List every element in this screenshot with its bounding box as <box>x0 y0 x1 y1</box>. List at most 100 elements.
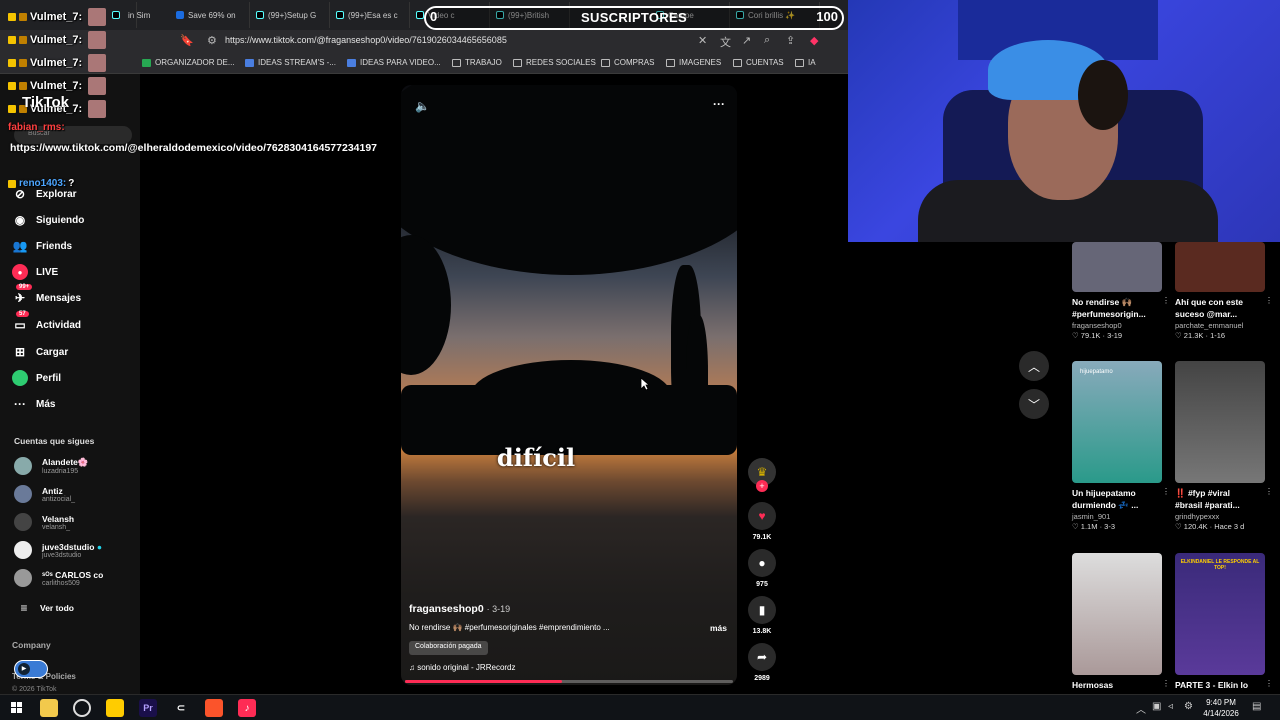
file-explorer-icon[interactable] <box>40 699 58 717</box>
share-count: 2989 <box>754 675 770 682</box>
card-more-icon[interactable]: ⋮ <box>1162 679 1170 688</box>
card-more-icon[interactable]: ⋮ <box>1265 679 1273 688</box>
account-name: Alandete🌸 <box>42 457 89 467</box>
sticky-notes-icon[interactable] <box>106 699 124 717</box>
bookmark-item[interactable]: IMAGENES <box>666 58 721 67</box>
video-card[interactable]: ‼️ #fyp #viral #brasil #parati... grindhy… <box>1175 361 1273 531</box>
followed-account[interactable]: juve3dstudio ● juve3dstudio <box>14 541 102 559</box>
site-info-icon[interactable]: ⚙ <box>207 34 217 47</box>
chat-message: fabian_rms: <box>8 122 65 133</box>
followed-account[interactable]: ˢᴼˢ CARLOS ᴄᴏ carlithos509 <box>14 569 103 587</box>
brave-icon[interactable] <box>205 699 223 717</box>
doc-icon <box>245 58 254 67</box>
video-card[interactable]: Hermosas ⋮ <box>1072 553 1170 691</box>
like-button[interactable]: ♥ 79.1K <box>748 502 776 541</box>
share-button[interactable]: ➦ 2989 <box>748 643 776 682</box>
taskbar-clock[interactable]: 9:40 PM 4/14/2026 <box>1200 697 1242 719</box>
video-card[interactable]: hijuepatamo Un hijuepatamo durmiendo 💤 ..… <box>1072 361 1170 531</box>
video-progress-fill <box>405 680 563 683</box>
more-options-icon[interactable]: ··· <box>713 97 725 111</box>
sidebar-item-upload[interactable]: ⊞ Cargar <box>12 344 68 360</box>
account-name: juve3dstudio ● <box>42 542 102 552</box>
footer-company[interactable]: Company <box>12 640 51 650</box>
bookmark-item[interactable]: REDES SOCIALES <box>513 58 596 67</box>
sidebar-item-more[interactable]: ··· Más <box>12 396 55 412</box>
followed-account[interactable]: Alandete🌸 luzadria195 <box>14 457 88 475</box>
video-description: No rendirse 🙌🏽 #perfumesoriginales #empr… <box>409 623 610 632</box>
brave-shield-icon[interactable]: ◆ <box>810 34 818 47</box>
see-all-link[interactable]: ≡ Ver todo <box>16 600 74 616</box>
more-link[interactable]: más <box>710 623 727 633</box>
chat-message: Vulmet_7: <box>8 77 107 95</box>
browser-tab[interactable]: Save 69% on <box>170 2 250 28</box>
card-more-icon[interactable]: ⋮ <box>1265 296 1273 305</box>
open-external-icon[interactable]: ↗ <box>742 34 751 47</box>
reader-icon[interactable]: ✕ <box>698 34 707 47</box>
chat-emote-icon <box>88 31 107 49</box>
sidebar-item-activity[interactable]: ▭ 57 Actividad <box>12 311 81 333</box>
video-card[interactable]: ELKINDANIEL LE RESPONDE AL TOP! PARTE 3 -… <box>1175 553 1273 691</box>
settings-tray-icon[interactable]: ⚙ <box>1184 701 1193 712</box>
video-progress-bar[interactable] <box>405 680 733 683</box>
bookmark-item[interactable]: IDEAS STREAM'S -... <box>245 58 336 67</box>
premiere-icon[interactable]: Pr <box>139 699 157 717</box>
notification-icon[interactable]: ▤ <box>1252 701 1261 712</box>
tiktok-icon[interactable]: ♪ <box>238 699 256 717</box>
chat-badge-icon <box>19 36 27 44</box>
comment-button[interactable]: ● 975 <box>748 549 776 588</box>
next-video-button[interactable]: ﹀ <box>1019 389 1049 419</box>
card-more-icon[interactable]: ⋮ <box>1162 487 1170 496</box>
follow-plus-icon[interactable]: + <box>756 480 768 492</box>
bookmark-item[interactable]: IDEAS PARA VIDEO... <box>347 58 441 67</box>
obs-icon[interactable] <box>73 699 91 717</box>
subscriber-goal-title: SUSCRIPTORES <box>581 10 687 25</box>
translate-icon[interactable]: 文 <box>720 34 731 50</box>
video-card[interactable]: No rendirse 🙌🏽 #perfumesorigin... fragans… <box>1072 242 1170 340</box>
bookmark-item[interactable]: IA <box>795 58 816 67</box>
url-field[interactable]: https://www.tiktok.com/@fraganseshop0/vi… <box>225 35 507 45</box>
bookmark-item[interactable]: COMPRAS <box>601 58 654 67</box>
followed-account[interactable]: Antiz antizocial_ <box>14 485 75 503</box>
capcut-icon[interactable]: ⊂ <box>172 699 190 717</box>
bookmark-icon[interactable]: 🔖 <box>180 34 194 47</box>
followed-account[interactable]: Velansh velansh_ <box>14 513 74 531</box>
floating-toggle-button[interactable]: ▶ <box>14 660 48 678</box>
following-section-title: Cuentas que sigues <box>14 436 95 446</box>
previous-video-button[interactable]: ︿ <box>1019 351 1049 381</box>
chat-badge-icon <box>8 105 16 113</box>
sound-link[interactable]: ♫ sonido original - JRRecordz <box>409 663 516 672</box>
creator-avatar-button[interactable]: ♛ + <box>748 458 776 492</box>
zoom-icon[interactable]: ⌕ <box>764 34 770 47</box>
sidebar-item-profile[interactable]: Perfil <box>12 370 61 386</box>
browser-tab[interactable]: (99+)Esa es c <box>330 2 410 28</box>
bookmark-item[interactable]: ORGANIZADOR DE... <box>142 58 235 67</box>
chat-username: Vulmet_7: <box>30 11 83 23</box>
volume-icon[interactable]: 🔈 <box>415 99 430 113</box>
network-icon[interactable]: ▣ <box>1152 701 1161 712</box>
sidebar-item-live[interactable]: ● LIVE <box>12 264 58 280</box>
sidebar-item-following[interactable]: ◉ Siguiendo <box>12 212 85 228</box>
video-thumbnail: hijuepatamo <box>1072 361 1162 483</box>
play-icon: ▶ <box>18 663 30 675</box>
browser-tab[interactable]: (99+)Setup G <box>250 2 330 28</box>
chat-badge-icon <box>8 36 16 44</box>
windows-start-icon[interactable] <box>8 699 26 717</box>
tiktok-logo[interactable]: TikTok <box>22 94 69 111</box>
sidebar-item-messages[interactable]: ✈ 99+ Mensajes <box>12 284 81 306</box>
tab-label: in Sim <box>128 10 151 20</box>
video-author[interactable]: fraganseshop0 · 3-19 <box>409 603 510 615</box>
tree-canopy <box>401 235 451 375</box>
sidebar-item-friends[interactable]: 👥 Friends <box>12 238 73 254</box>
card-more-icon[interactable]: ⋮ <box>1162 296 1170 305</box>
save-button[interactable]: ▮ 13.8K <box>748 596 776 635</box>
bookmark-item[interactable]: TRABAJO <box>452 58 502 67</box>
tray-chevron-icon[interactable]: ︿ <box>1136 701 1146 716</box>
card-more-icon[interactable]: ⋮ <box>1265 487 1273 496</box>
bookmark-item[interactable]: CUENTAS <box>733 58 784 67</box>
video-player[interactable]: 🔈 ··· difícil fraganseshop0 · 3-19 No re… <box>401 85 737 685</box>
volume-tray-icon[interactable]: ◃ <box>1168 701 1173 712</box>
bookmark-label: ORGANIZADOR DE... <box>155 58 235 67</box>
clock-date: 4/14/2026 <box>1203 709 1239 718</box>
video-card[interactable]: Ahí que con este suceso @mar... parchate_… <box>1175 242 1273 340</box>
share-icon[interactable]: ⇪ <box>786 34 795 47</box>
